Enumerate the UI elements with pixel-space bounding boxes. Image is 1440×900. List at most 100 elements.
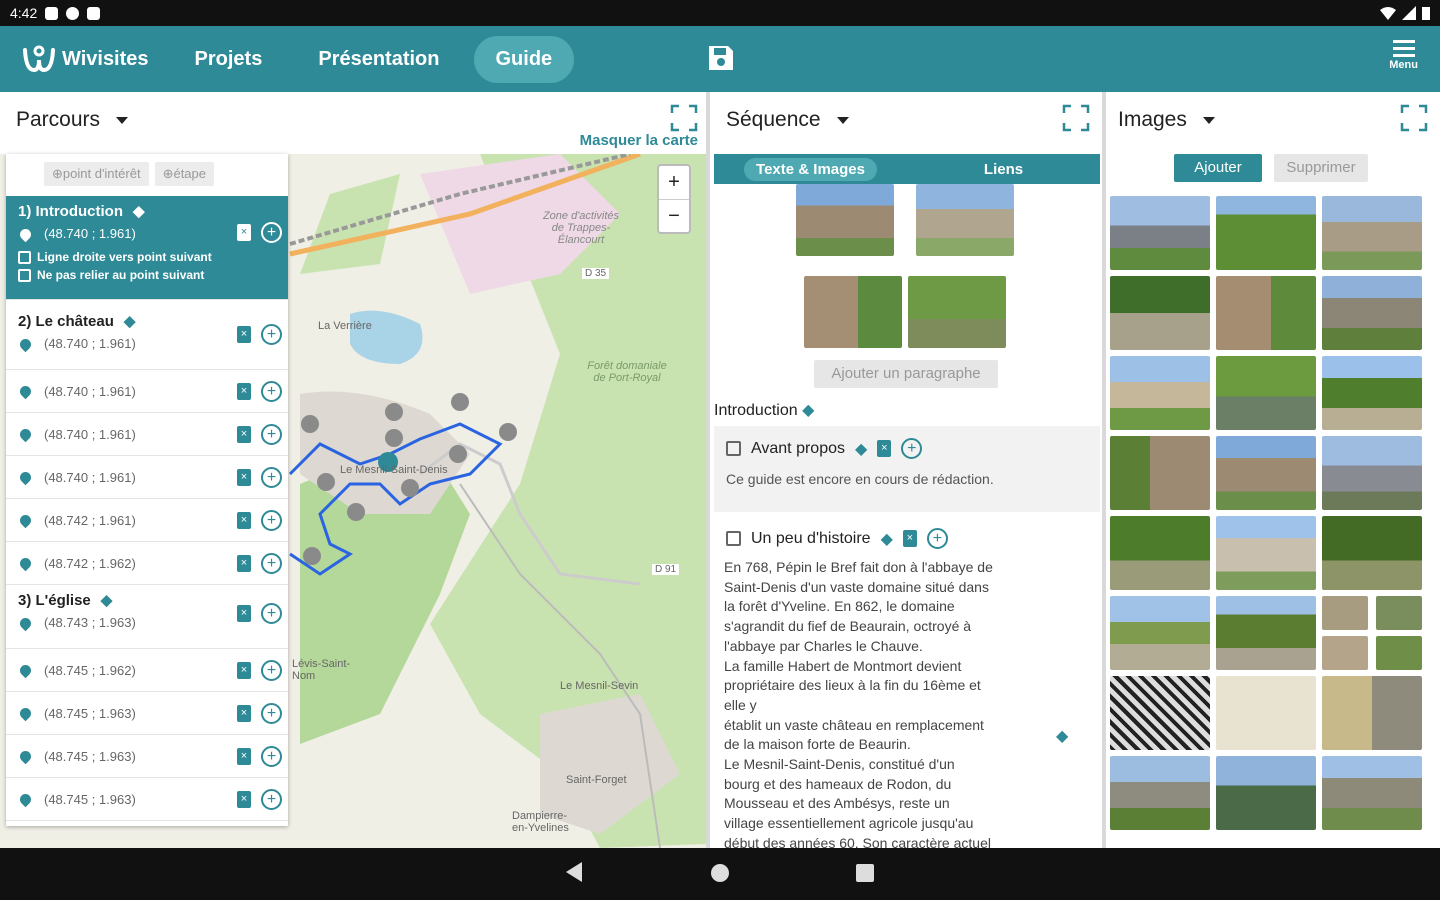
delete-icon[interactable]: × bbox=[237, 468, 251, 486]
gallery-image[interactable] bbox=[1110, 436, 1210, 510]
add-point-icon[interactable]: + bbox=[261, 552, 282, 574]
delete-icon[interactable]: × bbox=[237, 790, 251, 808]
list-item[interactable]: (48.740 ; 1.961) × + bbox=[6, 370, 288, 413]
add-point-icon[interactable]: + bbox=[261, 745, 282, 767]
paragraph-card[interactable]: Avant propos ◆ × + Ce guide est encore en c… bbox=[714, 426, 1100, 512]
add-point-icon[interactable]: + bbox=[261, 509, 282, 531]
gallery-image[interactable] bbox=[1216, 756, 1316, 830]
gallery-image[interactable] bbox=[1110, 196, 1210, 270]
gallery-image[interactable] bbox=[1322, 636, 1368, 670]
add-point-icon[interactable]: + bbox=[261, 702, 282, 724]
add-poi-button[interactable]: ⊕point d'intérêt bbox=[44, 162, 149, 186]
gallery-image[interactable] bbox=[1322, 756, 1422, 830]
list-item[interactable]: (48.745 ; 1.963) × + bbox=[6, 735, 288, 778]
zoom-in-button[interactable]: + bbox=[659, 166, 689, 200]
sequence-image[interactable] bbox=[796, 184, 894, 256]
straight-line-checkbox[interactable] bbox=[18, 250, 31, 264]
gallery-image[interactable] bbox=[1376, 596, 1422, 630]
menu-button[interactable]: Menu bbox=[1389, 38, 1418, 71]
delete-icon[interactable]: × bbox=[237, 382, 251, 400]
add-point-icon[interactable]: + bbox=[261, 788, 282, 810]
list-item[interactable]: (48.740 ; 1.961) × + bbox=[6, 456, 288, 499]
add-point-icon[interactable]: + bbox=[261, 222, 282, 243]
tab-liens[interactable]: Liens bbox=[907, 154, 1100, 184]
add-point-icon[interactable]: + bbox=[261, 659, 282, 681]
delete-icon[interactable]: × bbox=[237, 326, 251, 343]
list-item[interactable]: (48.745 ; 1.963) × + bbox=[6, 692, 288, 735]
gallery-image[interactable] bbox=[1322, 676, 1422, 750]
nav-projets[interactable]: Projets bbox=[173, 36, 285, 83]
sequence-image[interactable] bbox=[804, 276, 902, 348]
add-icon[interactable]: + bbox=[926, 528, 948, 549]
save-icon[interactable] bbox=[706, 43, 736, 73]
add-icon[interactable]: + bbox=[901, 438, 923, 459]
gallery-image[interactable] bbox=[1322, 196, 1422, 270]
nav-guide[interactable]: Guide bbox=[473, 35, 575, 83]
add-paragraph-button[interactable]: Ajouter un paragraphe bbox=[814, 360, 998, 388]
gallery-image[interactable] bbox=[1322, 516, 1422, 590]
delete-icon[interactable]: × bbox=[237, 747, 251, 765]
delete-icon[interactable]: × bbox=[237, 224, 251, 241]
add-point-icon[interactable]: + bbox=[261, 380, 282, 402]
recents-icon[interactable] bbox=[856, 864, 874, 882]
gallery-image[interactable] bbox=[1110, 276, 1210, 350]
gallery-image[interactable] bbox=[1322, 436, 1422, 510]
gallery-image[interactable] bbox=[1216, 516, 1316, 590]
delete-icon[interactable]: × bbox=[237, 511, 251, 529]
delete-icon[interactable]: × bbox=[237, 661, 251, 679]
delete-icon[interactable]: × bbox=[902, 530, 917, 547]
hide-map-link[interactable]: Masquer la carte bbox=[580, 132, 698, 149]
gallery-image[interactable] bbox=[1322, 596, 1368, 630]
gallery-image[interactable] bbox=[1216, 196, 1316, 270]
list-item[interactable]: (48.742 ; 1.961) × + bbox=[6, 499, 288, 542]
paragraph-checkbox[interactable] bbox=[726, 531, 741, 546]
fullscreen-icon[interactable] bbox=[1062, 104, 1090, 132]
no-link-checkbox[interactable] bbox=[18, 268, 31, 282]
sequence-image[interactable] bbox=[908, 276, 1006, 348]
sequence-dropdown[interactable]: Séquence bbox=[726, 108, 849, 132]
step-chateau[interactable]: 2) Le château ◆ (48.740 ; 1.961) × + bbox=[6, 306, 288, 370]
nav-presentation[interactable]: Présentation bbox=[296, 36, 461, 83]
step-introduction[interactable]: 1) Introduction ◆ (48.740 ; 1.961) × + Lig… bbox=[6, 196, 288, 300]
add-point-icon[interactable]: + bbox=[261, 324, 282, 345]
gallery-image[interactable] bbox=[1216, 596, 1316, 670]
tab-texte-images[interactable]: Texte & Images bbox=[714, 154, 907, 184]
delete-icon[interactable]: × bbox=[237, 554, 251, 572]
gallery-image[interactable] bbox=[1216, 676, 1316, 750]
app-logo[interactable]: Wivisites bbox=[22, 44, 149, 74]
delete-icon[interactable]: × bbox=[237, 605, 251, 622]
list-item[interactable]: (48.745 ; 1.962) × + bbox=[6, 649, 288, 692]
delete-icon[interactable]: × bbox=[237, 704, 251, 722]
add-image-button[interactable]: Ajouter bbox=[1174, 154, 1262, 182]
images-dropdown[interactable]: Images bbox=[1118, 108, 1215, 132]
gallery-image[interactable] bbox=[1110, 516, 1210, 590]
gallery-image[interactable] bbox=[1110, 676, 1210, 750]
delete-icon[interactable]: × bbox=[877, 440, 892, 457]
step-eglise[interactable]: 3) L'église ◆ (48.743 ; 1.963) × + bbox=[6, 585, 288, 649]
add-step-button[interactable]: ⊕étape bbox=[154, 162, 215, 186]
gallery-image[interactable] bbox=[1110, 756, 1210, 830]
fullscreen-icon[interactable] bbox=[1400, 104, 1428, 132]
gallery-image[interactable] bbox=[1376, 636, 1422, 670]
fullscreen-icon[interactable] bbox=[670, 104, 698, 132]
delete-icon[interactable]: × bbox=[237, 425, 251, 443]
delete-image-button[interactable]: Supprimer bbox=[1274, 154, 1368, 182]
add-point-icon[interactable]: + bbox=[261, 603, 282, 624]
gallery-image[interactable] bbox=[1216, 356, 1316, 430]
add-point-icon[interactable]: + bbox=[261, 423, 282, 445]
gallery-image[interactable] bbox=[1216, 276, 1316, 350]
list-item[interactable]: (48.742 ; 1.962) × + bbox=[6, 542, 288, 585]
gallery-image[interactable] bbox=[1216, 436, 1316, 510]
list-item[interactable]: (48.740 ; 1.961) × + bbox=[6, 413, 288, 456]
add-point-icon[interactable]: + bbox=[261, 466, 282, 488]
gallery-image[interactable] bbox=[1322, 276, 1422, 350]
paragraph-checkbox[interactable] bbox=[726, 441, 741, 456]
gallery-image[interactable] bbox=[1322, 356, 1422, 430]
sequence-image[interactable] bbox=[916, 184, 1014, 256]
parcours-dropdown[interactable]: Parcours bbox=[16, 108, 129, 132]
zoom-out-button[interactable]: − bbox=[659, 200, 689, 234]
home-icon[interactable] bbox=[711, 864, 729, 882]
back-icon[interactable] bbox=[566, 862, 582, 882]
gallery-image[interactable] bbox=[1110, 356, 1210, 430]
list-item[interactable]: (48.745 ; 1.963) × + bbox=[6, 778, 288, 821]
